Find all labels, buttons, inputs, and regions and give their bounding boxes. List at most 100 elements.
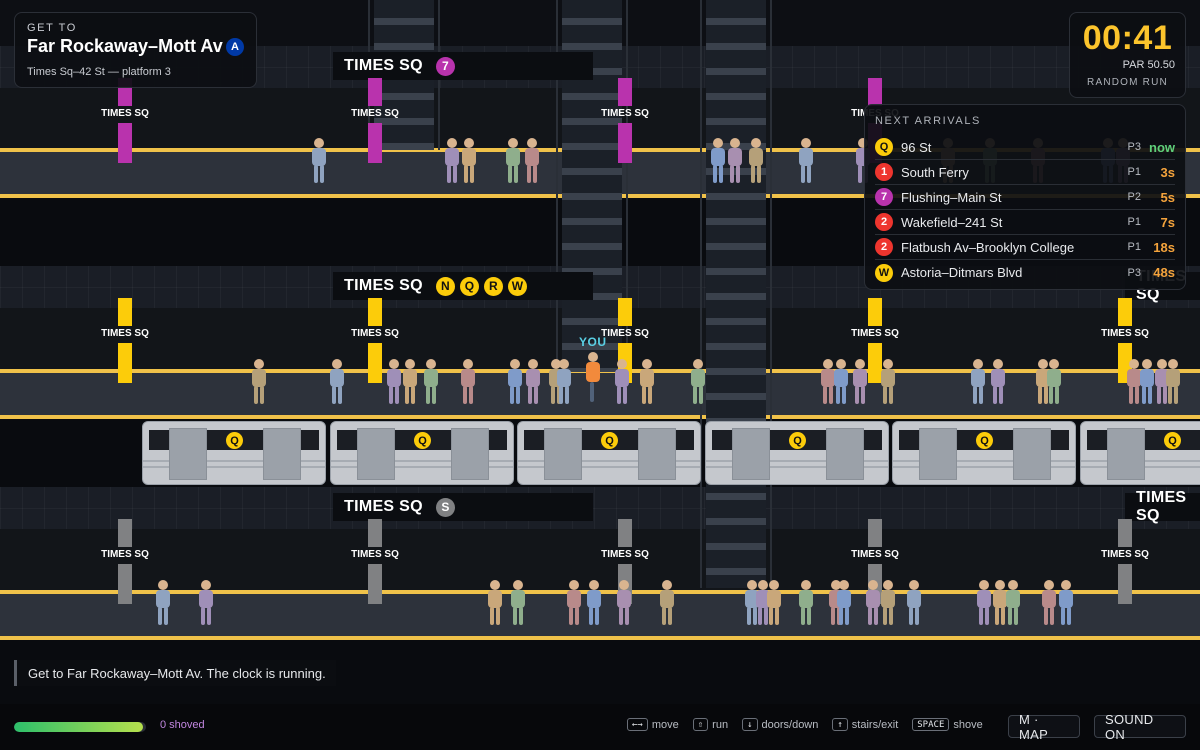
commuter-leg xyxy=(845,607,849,625)
commuter-leg xyxy=(758,607,762,625)
commuter xyxy=(880,359,896,405)
commuter-leg xyxy=(1129,386,1133,404)
train-door[interactable] xyxy=(826,428,864,480)
commuter-head xyxy=(464,138,474,148)
arrival-eta: 48s xyxy=(1153,265,1175,280)
commuter xyxy=(833,359,849,405)
arrival-line-bullet: W xyxy=(875,263,893,282)
progress-fill xyxy=(14,722,144,732)
train-door[interactable] xyxy=(1013,428,1051,480)
commuter-leg xyxy=(769,607,773,625)
commuter-body xyxy=(506,148,520,166)
commuter-body xyxy=(691,369,705,387)
commuter-head xyxy=(1044,580,1054,590)
train-line-bullet: Q xyxy=(976,432,993,449)
pillar-label: TIMES SQ xyxy=(851,549,899,560)
arrivals-title: NEXT ARRIVALS xyxy=(875,115,981,127)
commuter-leg xyxy=(1061,607,1065,625)
train-car[interactable]: Q xyxy=(142,421,326,485)
commuter-head xyxy=(589,580,599,590)
pillar xyxy=(868,78,882,106)
pillar-label: TIMES SQ xyxy=(351,108,399,119)
commuter-leg xyxy=(1142,386,1146,404)
commuter-body xyxy=(977,590,991,608)
sound-button[interactable]: SOUND ON xyxy=(1094,712,1186,742)
commuter-body xyxy=(617,590,631,608)
train-car[interactable]: Q xyxy=(705,421,889,485)
commuter-leg xyxy=(915,607,919,625)
train-car[interactable]: Q xyxy=(330,421,514,485)
train-door[interactable] xyxy=(169,428,207,480)
commuter xyxy=(505,138,521,184)
commuter-leg xyxy=(642,386,646,404)
commuter xyxy=(1046,359,1062,405)
commuter xyxy=(852,359,868,405)
commuter-head xyxy=(801,138,811,148)
commuter-head xyxy=(158,580,168,590)
commuter-leg xyxy=(858,165,862,183)
commuter-body xyxy=(907,590,921,608)
train-door[interactable] xyxy=(263,428,301,480)
arrival-platform: P3 xyxy=(1127,141,1141,153)
commuter xyxy=(616,580,632,626)
train-car[interactable]: Q xyxy=(1080,421,1200,485)
commuter-leg xyxy=(801,607,805,625)
train-door[interactable] xyxy=(732,428,770,480)
commuter-body xyxy=(424,369,438,387)
commuter-body xyxy=(749,148,763,166)
pillar xyxy=(868,519,882,547)
map-button[interactable]: M · MAP xyxy=(1008,712,1080,742)
commuter-leg xyxy=(1014,607,1018,625)
commuter-leg xyxy=(973,386,977,404)
level3-wall xyxy=(0,487,1200,529)
commuter-leg xyxy=(533,165,537,183)
commuter xyxy=(1058,580,1074,626)
commuter xyxy=(461,138,477,184)
commuter-body xyxy=(445,148,459,166)
control-hint: SPACE shove xyxy=(912,718,983,731)
commuter-leg xyxy=(432,386,436,404)
commuter-body xyxy=(567,590,581,608)
timer-value: 00:41 xyxy=(1082,19,1173,57)
commuter xyxy=(798,138,814,184)
train-door[interactable] xyxy=(919,428,957,480)
commuter-body xyxy=(991,369,1005,387)
commuter xyxy=(906,580,922,626)
commuter-leg xyxy=(979,607,983,625)
commuter xyxy=(690,359,706,405)
commuter-body xyxy=(866,590,880,608)
arrival-row: 1 South Ferry P1 3s xyxy=(875,160,1175,185)
train-door[interactable] xyxy=(544,428,582,480)
commuter xyxy=(727,138,743,184)
pillar-label: TIMES SQ xyxy=(1101,549,1149,560)
commuter-leg xyxy=(405,386,409,404)
commuter xyxy=(155,580,171,626)
level3-edge-sign-text: TIMES SQ xyxy=(1136,489,1187,524)
commuter-leg xyxy=(1050,607,1054,625)
commuter-head xyxy=(883,359,893,369)
train-door[interactable] xyxy=(357,428,395,480)
commuter-leg xyxy=(513,607,517,625)
commuter-head xyxy=(447,138,457,148)
message-box: Get to Far Rockaway–Mott Av. The clock i… xyxy=(14,660,336,686)
commuter-body xyxy=(971,369,985,387)
train-door[interactable] xyxy=(638,428,676,480)
train-car[interactable]: Q xyxy=(892,421,1076,485)
commuter xyxy=(1165,359,1181,405)
escalator-3[interactable] xyxy=(700,0,772,588)
train-line-bullet: Q xyxy=(789,432,806,449)
commuter-body xyxy=(1047,369,1061,387)
pillar-label: TIMES SQ xyxy=(101,328,149,339)
commuter-head xyxy=(1061,580,1071,590)
commuter-leg xyxy=(1044,607,1048,625)
commuter-head xyxy=(426,359,436,369)
pillar-label: TIMES SQ xyxy=(101,108,149,119)
commuter xyxy=(487,580,503,626)
train-door[interactable] xyxy=(451,428,489,480)
train-door[interactable] xyxy=(1107,428,1145,480)
commuter-head xyxy=(1049,359,1059,369)
progress-bar xyxy=(14,722,146,732)
player-character[interactable] xyxy=(585,352,601,404)
goal-panel: GET TO Far Rockaway–Mott Av A Times Sq–4… xyxy=(14,12,257,88)
train-car[interactable]: Q xyxy=(517,421,701,485)
